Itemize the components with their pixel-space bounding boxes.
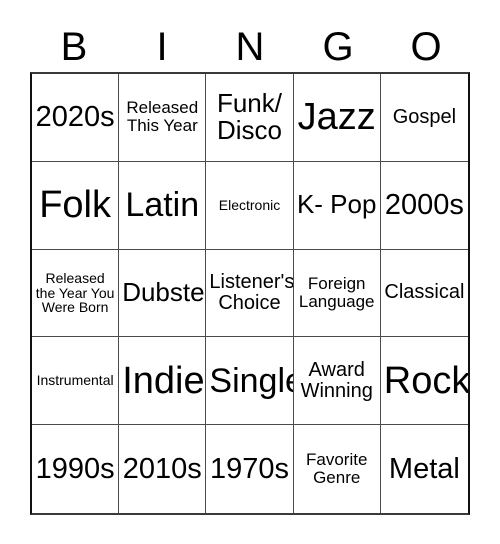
bingo-cell-label: Classical: [384, 281, 465, 304]
bingo-cell[interactable]: 1970s: [206, 425, 294, 513]
bingo-cell[interactable]: Latin: [119, 161, 207, 250]
bingo-cell-label: Favorite Genre: [305, 450, 368, 488]
bingo-cell[interactable]: Instrumental: [32, 337, 120, 426]
bingo-grid: 2020s Released This Year Funk/ Disco Jaz…: [30, 72, 470, 515]
bingo-cell[interactable]: Electronic: [206, 161, 294, 250]
bingo-cell[interactable]: 1990s: [32, 425, 120, 513]
bingo-cell-label: 1970s: [209, 452, 289, 485]
bingo-cell[interactable]: Folk: [32, 161, 120, 250]
bingo-cell-label: Foreign Language: [298, 273, 375, 311]
bingo-header-letter-g: G: [322, 25, 354, 69]
bingo-cell[interactable]: 2000s: [380, 161, 468, 250]
bingo-cell-label: Metal: [388, 452, 460, 485]
bingo-cell[interactable]: Listener's Choice: [206, 249, 294, 338]
bingo-cell-label: Folk: [39, 184, 111, 227]
bingo-cell[interactable]: Released the Year You Were Born: [32, 249, 120, 338]
bingo-cell-label: 2000s: [384, 188, 464, 221]
bingo-cell-label: 1990s: [35, 452, 115, 485]
bingo-cell[interactable]: Released This Year: [119, 74, 207, 162]
bingo-header-letter-o: O: [410, 25, 442, 69]
bingo-cell[interactable]: Favorite Genre: [293, 425, 381, 513]
bingo-header: B I N G O: [30, 22, 470, 72]
bingo-cell-label: Electronic: [218, 196, 281, 213]
bingo-cell-label: Jazz: [297, 96, 376, 139]
bingo-header-letter-i: I: [156, 25, 168, 69]
bingo-cell[interactable]: K- Pop: [293, 161, 381, 250]
bingo-cell-label: Indie: [122, 359, 205, 402]
bingo-cell-label: 2010s: [122, 452, 202, 485]
bingo-cell-label: Funk/ Disco: [216, 87, 282, 146]
bingo-cell-label: Single: [209, 361, 292, 400]
bingo-cell[interactable]: Foreign Language: [293, 249, 381, 338]
bingo-cell-label: K- Pop: [296, 189, 377, 220]
bingo-cell[interactable]: Award Winning: [293, 337, 381, 426]
bingo-cell-label: Dubstep: [122, 277, 205, 308]
bingo-cell-label: Rock: [383, 359, 468, 402]
bingo-cell-label: Released This Year: [126, 98, 199, 136]
bingo-cell-label: Gospel: [392, 105, 457, 128]
bingo-cell-label: Latin: [125, 186, 200, 225]
bingo-cell[interactable]: Jazz: [293, 74, 381, 162]
bingo-cell[interactable]: Gospel: [380, 74, 468, 162]
bingo-card: B I N G O 2020s Released This Year Funk/…: [0, 0, 500, 544]
bingo-cell[interactable]: Rock: [380, 337, 468, 426]
bingo-cell[interactable]: Single: [206, 337, 294, 426]
bingo-cell[interactable]: Metal: [380, 425, 468, 513]
bingo-cell-label: Award Winning: [300, 358, 373, 402]
bingo-cell[interactable]: 2010s: [119, 425, 207, 513]
bingo-cell-label: Listener's Choice: [209, 270, 294, 314]
bingo-header-letter-n: N: [235, 25, 265, 69]
bingo-cell-label: 2020s: [35, 101, 115, 134]
bingo-cell[interactable]: Classical: [380, 249, 468, 338]
bingo-header-letter-b: B: [60, 25, 88, 69]
bingo-cell-label: Instrumental: [36, 372, 114, 389]
bingo-cell[interactable]: Funk/ Disco: [206, 74, 294, 162]
bingo-cell-label: Released the Year You Were Born: [35, 269, 115, 316]
bingo-cell[interactable]: Dubstep: [119, 249, 207, 338]
bingo-cell[interactable]: 2020s: [32, 74, 120, 162]
bingo-cell[interactable]: Indie: [119, 337, 207, 426]
